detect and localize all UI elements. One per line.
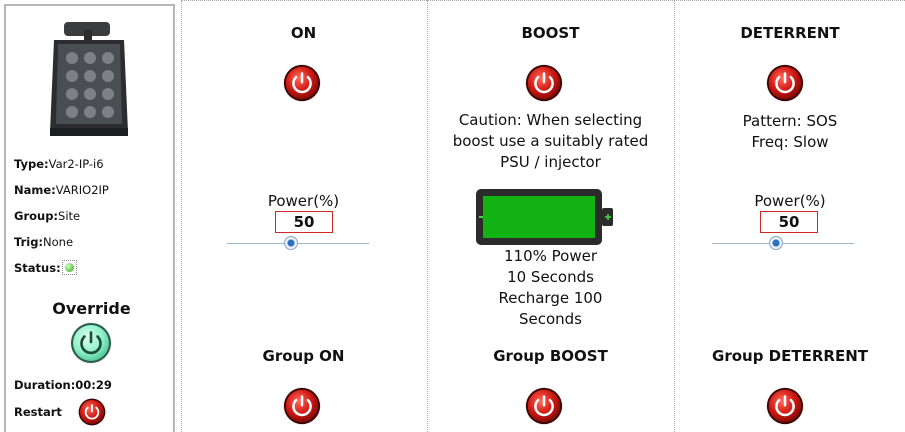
on-power-value[interactable]: 50 [275,211,333,233]
group-value: Site [58,209,81,223]
group-on-title: Group ON [262,347,345,365]
override-title: Override [52,299,131,318]
trig-row: Trig:None [14,235,73,249]
restart-label: Restart [14,405,62,419]
group-label: Group: [14,209,59,223]
power-icon [78,398,106,426]
group-deterrent-title: Group DETERRENT [712,347,868,365]
ir-illuminator-image [50,22,128,136]
boost-power-button[interactable] [525,64,563,102]
type-value: Var2-IP-i6 [48,157,104,171]
boost-column: BOOST Caution: When selecting boost use … [428,0,673,432]
deterrent-title: DETERRENT [740,24,840,42]
power-icon [283,387,321,425]
deterrent-pattern: Pattern: SOS [742,112,838,130]
duration-value: 00:29 [75,378,112,392]
boost-info-line3: Recharge 100 [498,289,603,307]
deterrent-column: DETERRENT Pattern: SOS Freq: Slow Power(… [675,0,905,432]
trig-label: Trig: [14,235,44,249]
group-on-power-button[interactable] [283,387,321,425]
deterrent-power-value[interactable]: 50 [760,211,818,233]
device-panel: Type:Var2-IP-i6 Name:VARIO2IP Group:Site… [4,4,175,432]
trig-value: None [43,235,74,249]
power-icon [525,387,563,425]
on-column: ON Power(%) 50 Group ON [181,0,426,432]
name-value: VARIO2IP [55,183,109,197]
group-deterrent-power-button[interactable] [766,387,804,425]
slider-track [227,243,369,244]
deterrent-power-label: Power(%) [754,192,826,210]
type-row: Type:Var2-IP-i6 [14,157,104,171]
restart-row: Restart [14,405,62,419]
status-row: Status: [14,260,77,276]
duration-row: Duration:00:29 [14,378,112,392]
name-row: Name:VARIO2IP [14,183,109,197]
type-label: Type: [14,157,49,171]
deterrent-power-button[interactable] [766,64,804,102]
boost-info-line2: 10 Seconds [507,268,594,286]
boost-caution-line2: boost use a suitably rated [452,132,649,150]
boost-info-line4: Seconds [518,310,583,328]
slider-thumb[interactable] [284,236,298,250]
status-indicator-icon [61,260,77,275]
power-icon [525,64,563,102]
status-label: Status: [14,261,61,275]
on-title: ON [290,24,317,42]
battery-icon [476,189,613,245]
duration-label: Duration: [14,378,76,392]
deterrent-power-slider[interactable] [712,236,854,251]
on-power-button[interactable] [283,64,321,102]
group-boost-power-button[interactable] [525,387,563,425]
on-power-label: Power(%) [267,192,340,210]
power-icon [766,64,804,102]
power-icon [766,387,804,425]
on-power-slider[interactable] [227,236,369,251]
boost-info-line1: 110% Power [503,247,597,265]
slider-track [712,243,854,244]
group-boost-title: Group BOOST [493,347,608,365]
boost-title: BOOST [521,24,580,42]
override-power-button[interactable] [70,322,112,364]
boost-caution-line3: PSU / injector [500,153,601,171]
deterrent-freq: Freq: Slow [751,133,829,151]
group-row: Group:Site [14,209,80,223]
slider-thumb[interactable] [769,236,783,250]
power-icon [71,323,111,363]
name-label: Name: [14,183,56,197]
boost-caution-line1: Caution: When selecting [458,111,643,129]
power-icon [283,64,321,102]
restart-button[interactable] [78,398,106,426]
